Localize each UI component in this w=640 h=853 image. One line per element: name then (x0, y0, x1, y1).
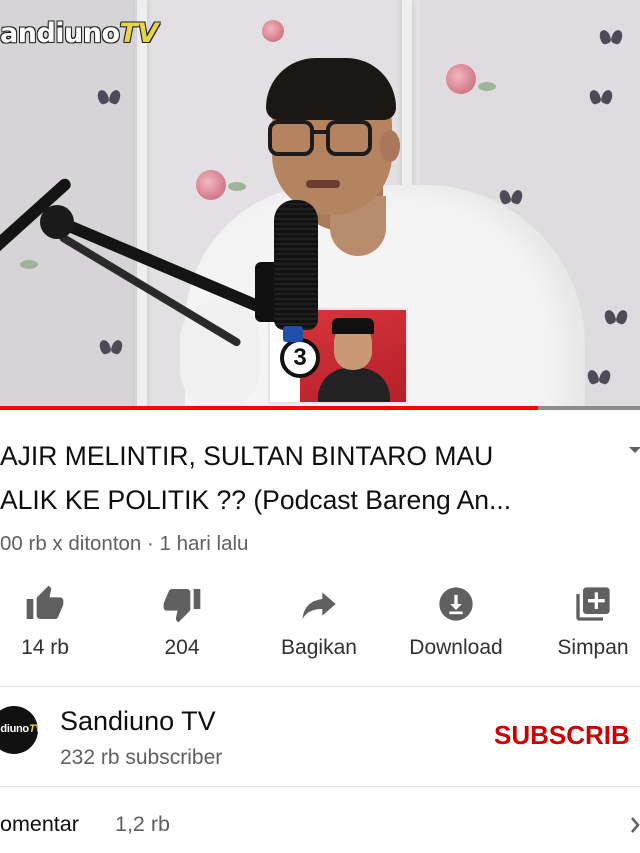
save-button[interactable]: Simpan (538, 578, 640, 678)
download-label: Download (409, 636, 503, 659)
thumbs-down-icon (163, 589, 201, 623)
dislike-count: 204 (164, 636, 200, 659)
video-progress-bar[interactable] (0, 406, 640, 410)
channel-row[interactable]: ndiunoTV Sandiuno TV 232 rb subscriber S… (0, 690, 640, 786)
subscribe-button[interactable]: SUBSCRIB (494, 720, 630, 751)
action-row: 14 rb 204 Bagikan Download Simpan (0, 578, 640, 678)
chevron-down-icon[interactable] (627, 442, 640, 458)
microphone-boom-arm (0, 0, 640, 410)
video-metadata: 00 rb x ditonton · 1 hari lalu (0, 532, 249, 555)
divider (0, 786, 640, 787)
thumbs-up-icon (26, 585, 64, 619)
dislike-button[interactable]: 204 (127, 578, 237, 678)
video-title[interactable]: AJIR MELINTIR, SULTAN BINTARO MAU ALIK K… (0, 434, 600, 522)
video-title-line: ALIK KE POLITIK ?? (Podcast Bareng An... (0, 485, 512, 515)
share-label: Bagikan (281, 636, 357, 659)
expand-comments-icon[interactable] (628, 814, 640, 836)
divider (0, 686, 640, 687)
share-icon (302, 592, 336, 619)
like-button[interactable]: 14 rb (0, 578, 100, 678)
microphone-icon (274, 200, 318, 330)
download-button[interactable]: Download (401, 578, 511, 678)
channel-watermark: andiunoTV (0, 18, 158, 49)
avatar[interactable]: ndiunoTV (0, 706, 38, 754)
save-playlist-icon (576, 587, 610, 621)
subscriber-count: 232 rb subscriber (60, 746, 223, 769)
video-title-line: AJIR MELINTIR, SULTAN BINTARO MAU (0, 441, 494, 471)
video-progress-fill (0, 406, 538, 410)
share-button[interactable]: Bagikan (264, 578, 374, 678)
comments-label: omentar (0, 812, 79, 836)
channel-name[interactable]: Sandiuno TV (60, 706, 216, 737)
save-label: Simpan (557, 636, 629, 659)
avatar-logo-text: ndiunoTV (0, 723, 38, 735)
download-icon (439, 587, 473, 621)
comments-count: 1,2 rb (115, 812, 170, 836)
like-count: 14 rb (21, 636, 69, 659)
comments-section[interactable]: omentar 1,2 rb (0, 788, 640, 853)
video-player[interactable]: 3 andiunoTV (0, 0, 640, 410)
